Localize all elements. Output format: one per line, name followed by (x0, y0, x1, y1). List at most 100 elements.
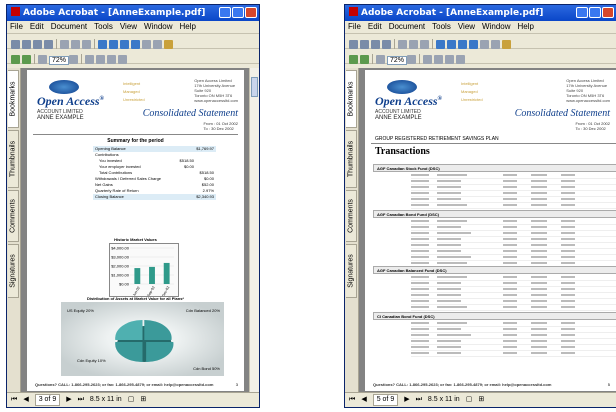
back-icon[interactable] (11, 55, 20, 64)
open-icon[interactable] (11, 40, 20, 49)
back-icon[interactable] (349, 55, 358, 64)
tab-thumbnails[interactable]: Thumbnails (8, 130, 19, 188)
tab-comments[interactable]: Comments (8, 190, 19, 242)
hand-icon[interactable] (398, 40, 407, 49)
maximize-button[interactable] (589, 7, 601, 18)
menu-view[interactable]: View (120, 22, 137, 31)
last-page-button[interactable]: ⏭ (78, 396, 84, 403)
zoom-in-icon[interactable] (142, 40, 151, 49)
tab-bookmarks[interactable]: Bookmarks (346, 70, 357, 128)
tagline: Intelligent (461, 81, 479, 86)
tab-thumbnails[interactable]: Thumbnails (346, 130, 357, 188)
menu-document[interactable]: Document (51, 22, 87, 31)
page-indicator[interactable]: 5 of 9 (372, 394, 399, 406)
document-view[interactable]: Open Access® ACCOUNT LIMITED ANNE EXAMPL… (21, 68, 250, 393)
close-button[interactable] (245, 7, 257, 18)
single-page-icon[interactable]: ▢ (128, 396, 135, 403)
select-text-icon[interactable] (409, 40, 418, 49)
tab-signatures[interactable]: Signatures (346, 244, 357, 298)
zoom-in-icon[interactable] (480, 40, 489, 49)
page-indicator[interactable]: 3 of 9 (34, 394, 61, 406)
page-number: 5 (607, 382, 610, 387)
fit-page-icon[interactable] (96, 55, 106, 64)
menu-edit[interactable]: Edit (30, 22, 44, 31)
next-page-icon[interactable] (120, 40, 129, 49)
vertical-scrollbar[interactable] (249, 68, 259, 393)
statement-title: Consolidated Statement (514, 108, 610, 119)
menu-document[interactable]: Document (389, 22, 425, 31)
fit-width-icon[interactable] (445, 55, 455, 64)
fit-page-icon[interactable] (434, 55, 444, 64)
close-button[interactable] (602, 7, 614, 18)
acrobat-icon (11, 7, 20, 16)
rotate-icon[interactable] (456, 55, 466, 64)
menu-edit[interactable]: Edit (368, 22, 382, 31)
single-page-icon[interactable]: ▢ (466, 396, 473, 403)
menu-window[interactable]: Window (482, 22, 510, 31)
scroll-thumb[interactable] (251, 77, 258, 97)
snapshot-icon[interactable] (82, 40, 91, 49)
maximize-button[interactable] (232, 7, 244, 18)
snapshot-icon[interactable] (420, 40, 429, 49)
forward-icon[interactable] (360, 55, 369, 64)
menu-file[interactable]: File (10, 22, 23, 31)
email-icon[interactable] (382, 40, 391, 49)
tab-comments[interactable]: Comments (346, 190, 357, 242)
toolbar-file (7, 34, 259, 49)
hand-icon[interactable] (60, 40, 69, 49)
menu-help[interactable]: Help (518, 22, 534, 31)
bar (163, 262, 170, 284)
minimize-button[interactable] (576, 7, 588, 18)
pie-slice (115, 319, 143, 340)
zoom-out-icon[interactable] (376, 55, 385, 64)
print-icon[interactable] (33, 40, 42, 49)
tab-signatures[interactable]: Signatures (8, 244, 19, 298)
first-page-button[interactable]: ⏮ (11, 396, 17, 403)
statement-title: Consolidated Statement (142, 108, 238, 119)
save-icon[interactable] (22, 40, 31, 49)
previous-page-button[interactable]: ◀ (23, 396, 28, 403)
first-page-icon[interactable] (436, 40, 445, 49)
text-icon[interactable] (153, 40, 162, 49)
last-page-button[interactable]: ⏭ (416, 396, 422, 403)
zoom-out-icon[interactable] (38, 55, 47, 64)
menu-file[interactable]: File (348, 22, 361, 31)
first-page-button[interactable]: ⏮ (349, 396, 355, 403)
bar (149, 266, 155, 284)
previous-page-icon[interactable] (109, 40, 118, 49)
zoom-in-icon[interactable] (407, 55, 417, 64)
menu-help[interactable]: Help (180, 22, 196, 31)
document-view[interactable]: Open Access® ACCOUNT LIMITED ANNE EXAMPL… (359, 68, 616, 393)
continuous-icon[interactable]: ⊞ (140, 396, 146, 403)
menu-view[interactable]: View (458, 22, 475, 31)
previous-page-button[interactable]: ◀ (361, 396, 366, 403)
next-page-icon[interactable] (458, 40, 467, 49)
pdf-page: Open Access® ACCOUNT LIMITED ANNE EXAMPL… (27, 70, 244, 391)
last-page-icon[interactable] (469, 40, 478, 49)
last-page-icon[interactable] (131, 40, 140, 49)
select-text-icon[interactable] (71, 40, 80, 49)
window-title: Adobe Acrobat - [AnneExample.pdf] (23, 8, 206, 18)
tab-bookmarks[interactable]: Bookmarks (8, 70, 19, 128)
rotate-icon[interactable] (118, 55, 128, 64)
minimize-button[interactable] (219, 7, 231, 18)
zoom-in-icon[interactable] (69, 55, 79, 64)
continuous-icon[interactable]: ⊞ (478, 396, 484, 403)
menu-tools[interactable]: Tools (94, 22, 113, 31)
previous-page-icon[interactable] (447, 40, 456, 49)
open-icon[interactable] (349, 40, 358, 49)
text-icon[interactable] (491, 40, 500, 49)
actual-size-icon[interactable] (85, 55, 95, 64)
save-icon[interactable] (360, 40, 369, 49)
email-icon[interactable] (44, 40, 53, 49)
content-area: Bookmarks Thumbnails Comments Signatures… (345, 68, 616, 393)
first-page-icon[interactable] (98, 40, 107, 49)
actual-size-icon[interactable] (423, 55, 433, 64)
menu-tools[interactable]: Tools (432, 22, 451, 31)
fit-width-icon[interactable] (107, 55, 117, 64)
print-icon[interactable] (371, 40, 380, 49)
menu-window[interactable]: Window (144, 22, 172, 31)
next-page-button[interactable]: ▶ (66, 396, 71, 403)
next-page-button[interactable]: ▶ (404, 396, 409, 403)
forward-icon[interactable] (22, 55, 31, 64)
